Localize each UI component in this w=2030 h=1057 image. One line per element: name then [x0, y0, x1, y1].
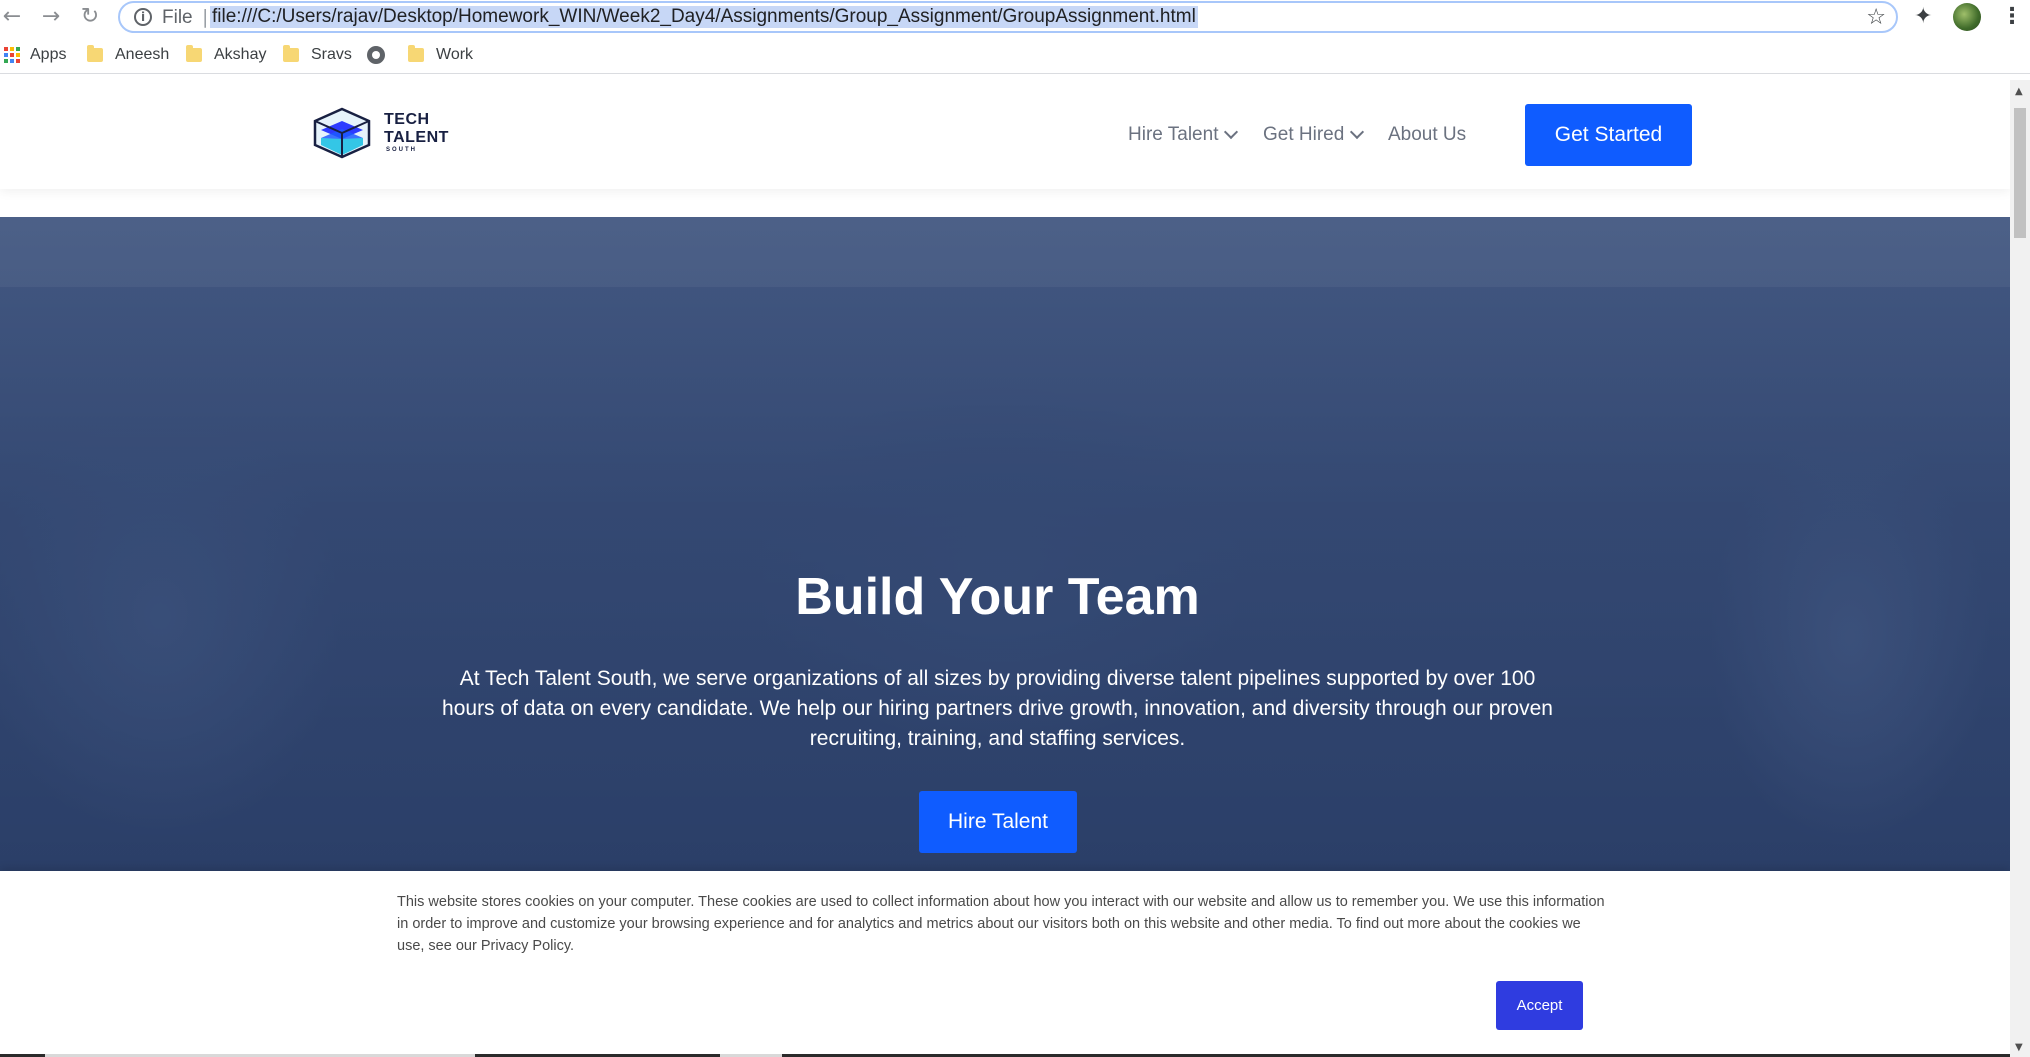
- bookmark-work[interactable]: Work: [408, 45, 474, 64]
- nav-hire-talent[interactable]: Hire Talent: [1128, 124, 1239, 146]
- bookmark-apps[interactable]: Apps: [4, 46, 66, 64]
- bookmark-globe[interactable]: [367, 46, 385, 64]
- nav-get-hired[interactable]: Get Hired: [1263, 124, 1365, 146]
- logo-line-tech: TECH: [384, 111, 430, 128]
- address-bar[interactable]: i File | file:///C:/Users/rajav/Desktop/…: [118, 1, 1898, 33]
- globe-icon: [367, 46, 385, 64]
- hero-title: Build Your Team: [795, 568, 1200, 626]
- get-started-button[interactable]: Get Started: [1525, 104, 1692, 166]
- bookmark-label: Akshay: [214, 46, 267, 63]
- reload-icon[interactable]: ↻: [78, 5, 102, 29]
- bookmarks-bar: Apps Aneesh Akshay Sravs Work: [0, 40, 2030, 74]
- bookmark-label: Aneesh: [115, 46, 170, 63]
- chevron-down-icon: [1224, 124, 1239, 140]
- cookie-message: This website stores cookies on your comp…: [397, 894, 1605, 954]
- cube-logo-icon: [313, 107, 371, 159]
- folder-icon: [87, 45, 103, 62]
- tech-talent-south-logo[interactable]: TECH TALENT SOUTH: [313, 107, 449, 159]
- folder-icon: [186, 45, 202, 62]
- browser-toolbar: ← → ↻ i File | file:///C:/Users/rajav/De…: [0, 0, 2030, 35]
- browser-menu-icon[interactable]: ⋮: [2001, 4, 2023, 29]
- bookmark-label: Apps: [30, 46, 67, 63]
- nav-about-us[interactable]: About Us: [1388, 124, 1466, 146]
- address-separator: |: [202, 6, 209, 28]
- hero-description: At Tech Talent South, we serve organizat…: [442, 667, 1553, 750]
- hero-section: Build Your Team At Tech Talent South, we…: [0, 217, 2010, 871]
- bookmark-label: Sravs: [311, 46, 352, 63]
- bookmark-sravs[interactable]: Sravs: [283, 45, 352, 64]
- bookmark-aneesh[interactable]: Aneesh: [87, 45, 170, 64]
- accept-cookies-button[interactable]: Accept: [1496, 981, 1583, 1030]
- bookmark-akshay[interactable]: Akshay: [186, 45, 267, 64]
- site-header: TECH TALENT SOUTH Hire Talent Get Hired …: [0, 80, 2010, 189]
- logo-wordmark: TECH TALENT SOUTH: [384, 111, 449, 155]
- profile-avatar[interactable]: [1953, 3, 1981, 31]
- scrollbar-thumb[interactable]: [2014, 108, 2026, 238]
- url-text[interactable]: file:///C:/Users/rajav/Desktop/Homework_…: [210, 6, 1198, 28]
- apps-grid-icon: [4, 47, 20, 63]
- nav-label: Hire Talent: [1128, 124, 1219, 145]
- scroll-up-arrow-icon[interactable]: ▲: [2015, 86, 2023, 97]
- folder-icon: [283, 45, 299, 62]
- hire-talent-button[interactable]: Hire Talent: [919, 791, 1077, 853]
- site-info-icon[interactable]: i: [134, 8, 152, 26]
- chevron-down-icon: [1350, 124, 1365, 140]
- bookmark-label: Work: [436, 46, 474, 63]
- nav-label: Get Hired: [1263, 124, 1345, 145]
- vertical-scrollbar[interactable]: ▲ ▼: [2010, 80, 2030, 1057]
- file-scheme-label: File: [162, 7, 193, 28]
- extensions-puzzle-icon[interactable]: ✦: [1914, 4, 1932, 29]
- folder-icon: [408, 45, 424, 62]
- nav-label: About Us: [1388, 124, 1467, 145]
- scroll-down-arrow-icon[interactable]: ▼: [2015, 1042, 2023, 1053]
- forward-icon[interactable]: →: [39, 5, 63, 29]
- back-icon[interactable]: ←: [0, 5, 24, 29]
- bookmark-star-icon[interactable]: ☆: [1866, 5, 1886, 30]
- page-viewport: TECH TALENT SOUTH Hire Talent Get Hired …: [0, 80, 2010, 1057]
- hero-background-photo: [0, 217, 2010, 287]
- cookie-consent-banner: This website stores cookies on your comp…: [0, 871, 2010, 1057]
